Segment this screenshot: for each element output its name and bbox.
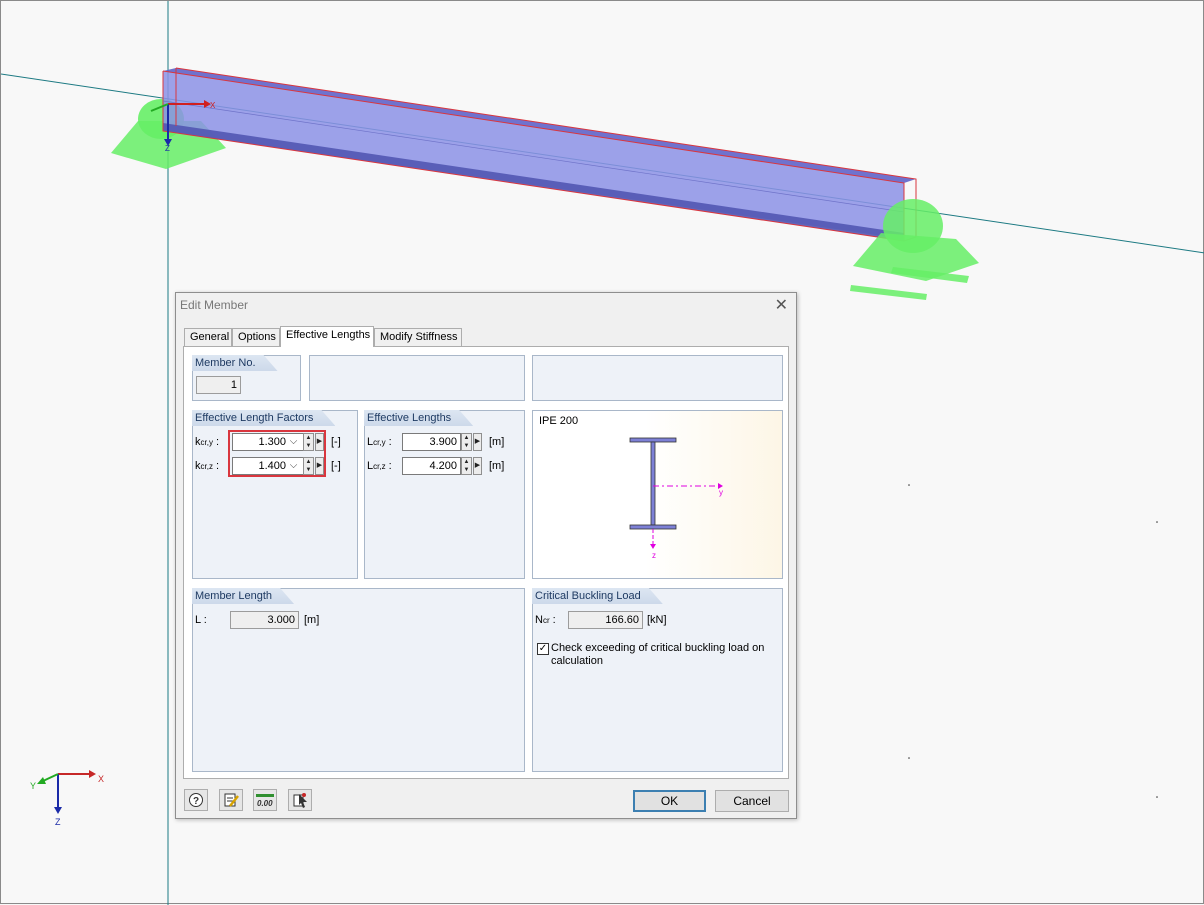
effective-length-factors-group: Effective Length Factors kcr,y : 1.300 ⌵… <box>192 410 358 579</box>
edit-member-dialog: Edit Member ✕ General Options Effective … <box>175 292 797 819</box>
tab-effective-lengths[interactable]: Effective Lengths <box>280 326 374 347</box>
i-section-drawing: y z <box>629 437 723 560</box>
lcr-z-label: Lcr,z : <box>367 460 392 472</box>
global-axis-triad: X Y Z <box>30 770 104 827</box>
lcr-y-label: Lcr,y : <box>367 436 392 448</box>
help-icon: ? <box>189 793 203 807</box>
check-buckling-label[interactable]: Check exceeding of critical buckling loa… <box>551 642 776 668</box>
svg-text:0.00: 0.00 <box>257 799 273 808</box>
lcr-z-input[interactable]: 4.200 <box>402 457 461 475</box>
set-zero-button[interactable]: 0.00 <box>253 789 277 811</box>
svg-text:?: ? <box>193 796 199 807</box>
tab-general[interactable]: General <box>184 328 232 346</box>
cancel-button[interactable]: Cancel <box>715 790 789 812</box>
svg-text:z: z <box>652 551 656 560</box>
kcr-z-unit: [-] <box>331 460 341 472</box>
member-length-heading: Member Length <box>192 588 294 604</box>
kcr-y-label: kcr,y : <box>195 436 220 448</box>
lcr-y-unit: [m] <box>489 436 505 448</box>
member-length-field: 3.000 <box>230 611 299 629</box>
tab-options[interactable]: Options <box>232 328 280 346</box>
tab-panel-effective-lengths: Member No. 1 Effective Length Factors kc… <box>183 346 789 779</box>
ncr-unit: [kN] <box>647 614 667 626</box>
edit-pencil-icon <box>224 793 239 807</box>
buckling-heading: Critical Buckling Load <box>532 588 663 604</box>
lcr-y-input[interactable]: 3.900 <box>402 433 461 451</box>
section-preview: IPE 200 y z <box>532 410 783 579</box>
check-buckling-checkbox[interactable]: ✓ <box>537 643 549 655</box>
lcr-z-spinner[interactable]: ▲ ▼ <box>461 457 472 475</box>
edit-button[interactable] <box>219 789 243 811</box>
beam-member[interactable] <box>162 67 917 242</box>
kcr-y-unit: [-] <box>331 436 341 448</box>
lcr-y-arrow-button[interactable]: ▶ <box>473 433 482 451</box>
empty-group-middle <box>309 355 525 401</box>
global-x-label: X <box>98 774 104 784</box>
ok-button[interactable]: OK <box>633 790 706 812</box>
member-length-label: L : <box>195 614 207 626</box>
pick-cursor-icon <box>293 793 307 808</box>
kcr-z-label: kcr,z : <box>195 460 220 472</box>
member-length-unit: [m] <box>304 614 320 626</box>
lcr-z-unit: [m] <box>489 460 505 472</box>
help-button[interactable]: ? <box>184 789 208 811</box>
highlight-box <box>228 430 326 477</box>
pick-from-model-button[interactable] <box>288 789 312 811</box>
factors-heading: Effective Length Factors <box>192 410 335 426</box>
zero-value-icon: 0.00 <box>256 794 274 808</box>
svg-text:X: X <box>210 101 216 110</box>
ncr-field: 166.60 <box>568 611 643 629</box>
svg-text:y: y <box>719 488 723 497</box>
lcr-y-spinner[interactable]: ▲ ▼ <box>461 433 472 451</box>
dialog-title: Edit Member <box>180 298 249 312</box>
member-length-group: Member Length L : 3.000 [m] <box>192 588 525 772</box>
member-no-heading: Member No. <box>192 355 278 371</box>
global-y-label: Y <box>30 781 36 791</box>
ncr-label: Ncr : <box>535 614 556 626</box>
lcr-z-arrow-button[interactable]: ▶ <box>473 457 482 475</box>
global-z-label: Z <box>55 817 61 827</box>
svg-text:Z: Z <box>165 144 170 153</box>
member-no-field: 1 <box>196 376 241 394</box>
empty-group-right <box>532 355 783 401</box>
model-viewport[interactable]: X Z X Y Z Edit Member ✕ General Options … <box>0 0 1204 905</box>
critical-buckling-group: Critical Buckling Load Ncr : 166.60 [kN]… <box>532 588 783 772</box>
effective-lengths-group: Effective Lengths Lcr,y : 3.900 ▲ ▼ ▶ [m]… <box>364 410 525 579</box>
lengths-heading: Effective Lengths <box>364 410 473 426</box>
member-no-group: Member No. 1 <box>192 355 301 401</box>
close-icon[interactable]: ✕ <box>775 295 788 315</box>
tab-modify-stiffness[interactable]: Modify Stiffness <box>374 328 462 346</box>
